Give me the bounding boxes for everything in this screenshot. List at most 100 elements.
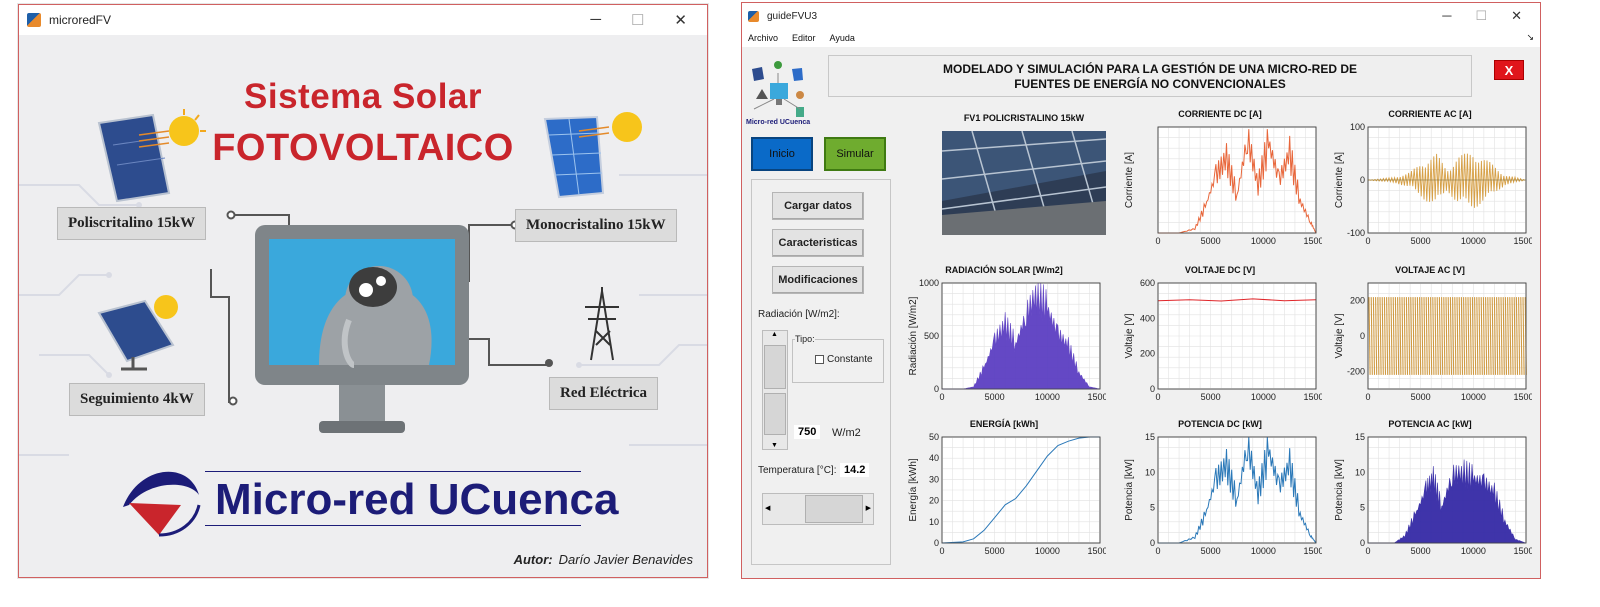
x-tick-label: 0 bbox=[939, 546, 944, 556]
x-tick-label: 15000 bbox=[1513, 236, 1532, 246]
chart-plot: 0 5000 10000 15000 600 400 200 0 Voltaje [V] bbox=[1124, 278, 1322, 402]
tipo-label: Tipo: bbox=[795, 334, 815, 344]
matlab-icon bbox=[748, 10, 759, 22]
slider-track-upper[interactable] bbox=[764, 345, 786, 389]
label-tracking: Seguimiento 4kW bbox=[69, 383, 205, 416]
modificaciones-button[interactable]: Modificaciones bbox=[772, 266, 864, 294]
y-tick-label: 400 bbox=[1140, 313, 1155, 323]
window-title: microredFV bbox=[49, 13, 112, 27]
tipo-group: Tipo: Constante bbox=[792, 334, 884, 383]
x-tick-label: 15000 bbox=[1513, 546, 1532, 556]
menu-archivo[interactable]: Archivo bbox=[748, 33, 778, 43]
up-arrow-icon[interactable]: ▲ bbox=[771, 331, 778, 338]
temperatura-slider[interactable]: ◀ ▶ bbox=[762, 493, 874, 525]
x-tick-label: 5000 bbox=[1411, 546, 1431, 556]
y-tick-label: -100 bbox=[1347, 228, 1365, 238]
chart-energia: ENERGÍA [kWh]05000100001500050403020100E… bbox=[902, 419, 1106, 569]
slider-thumb[interactable] bbox=[764, 393, 786, 435]
y-tick-label: 30 bbox=[929, 474, 939, 484]
cargar-datos-button[interactable]: Cargar datos bbox=[772, 192, 864, 220]
x-tick-label: 15000 bbox=[1303, 236, 1322, 246]
x-tick-label: 10000 bbox=[1035, 546, 1060, 556]
tracking-panel-illustration bbox=[97, 295, 178, 371]
x-tick-label: 15000 bbox=[1303, 546, 1322, 556]
minimize-button[interactable]: ─ bbox=[1442, 8, 1451, 24]
radiacion-unit: W/m2 bbox=[832, 427, 861, 439]
window-guidefvu3: guideFVU3 ─ ☐ ✕ Archivo Editor Ayuda ↘ M… bbox=[741, 2, 1541, 579]
close-button[interactable]: ✕ bbox=[1511, 8, 1522, 24]
chart-plot: 0 5000 10000 15000 Corriente [A] bbox=[1124, 126, 1322, 246]
y-tick-label: -200 bbox=[1347, 366, 1365, 376]
chart-potencia-ac: POTENCIA AC [kW]050001000015000151050Pot… bbox=[1328, 419, 1532, 569]
maximize-button[interactable]: ☐ bbox=[1475, 8, 1487, 24]
x-tick-label: 10000 bbox=[1461, 546, 1486, 556]
chart-plot: 0 5000 10000 15000 15 10 5 0 Potencia [kW] bbox=[1124, 432, 1322, 556]
exit-button[interactable]: X bbox=[1494, 60, 1524, 80]
brand-line-bottom bbox=[205, 525, 581, 526]
y-tick-label: 5 bbox=[1150, 503, 1155, 513]
x-tick-label: 0 bbox=[1365, 546, 1370, 556]
dock-arrow-icon[interactable]: ↘ bbox=[1526, 32, 1534, 43]
x-tick-label: 5000 bbox=[985, 546, 1005, 556]
author: Autor: Darío Javier Benavides bbox=[514, 552, 693, 567]
y-tick-label: 15 bbox=[1355, 432, 1365, 442]
temperatura-label: Temperatura [°C]: bbox=[758, 465, 837, 476]
x-tick-label: 10000 bbox=[1251, 392, 1276, 402]
label-grid: Red Eléctrica bbox=[549, 377, 659, 410]
x-tick-label: 10000 bbox=[1035, 392, 1060, 402]
minimize-button[interactable]: ─ bbox=[590, 11, 601, 29]
y-tick-label: 10 bbox=[1145, 467, 1155, 477]
radiacion-value[interactable]: 750 bbox=[794, 425, 821, 439]
menu-editor[interactable]: Editor bbox=[792, 33, 816, 43]
x-tick-label: 15000 bbox=[1087, 546, 1106, 556]
radiacion-slider[interactable]: ▲ ▼ bbox=[762, 330, 788, 450]
y-axis-label: Corriente [A] bbox=[1334, 152, 1345, 208]
label-poly: Poliscritalino 15kW bbox=[57, 207, 207, 240]
x-tick-label: 15000 bbox=[1303, 392, 1322, 402]
right-arrow-icon[interactable]: ▶ bbox=[866, 504, 871, 512]
constante-checkbox[interactable] bbox=[815, 355, 824, 364]
y-tick-label: 0 bbox=[1360, 175, 1365, 185]
chart-radiacion: RADIACIÓN SOLAR [W/m2]050001000015000100… bbox=[902, 265, 1106, 415]
y-axis-label: Potencia [kW] bbox=[1334, 459, 1345, 521]
y-tick-label: 100 bbox=[1350, 122, 1365, 132]
x-tick-label: 5000 bbox=[1201, 392, 1221, 402]
simular-button[interactable]: Simular bbox=[824, 137, 886, 171]
matlab-icon bbox=[27, 13, 41, 27]
y-tick-label: 1000 bbox=[919, 278, 939, 288]
y-tick-label: 10 bbox=[1355, 467, 1365, 477]
y-tick-label: 0 bbox=[1360, 538, 1365, 548]
splash-content: Sistema Solar FOTOVOLTAICO Poliscritalin… bbox=[19, 35, 707, 577]
slider-thumb[interactable] bbox=[805, 495, 863, 523]
x-tick-label: 5000 bbox=[1411, 236, 1431, 246]
temperatura-value[interactable]: 14.2 bbox=[840, 463, 870, 477]
x-tick-label: 0 bbox=[939, 392, 944, 402]
y-tick-label: 20 bbox=[929, 496, 939, 506]
chart-voltaje-ac: VOLTAJE AC [V]0500010000150002000-200Vol… bbox=[1328, 265, 1532, 415]
y-axis-label: Potencia [kW] bbox=[1124, 459, 1135, 521]
down-arrow-icon[interactable]: ▼ bbox=[771, 442, 778, 449]
monitor-brain-illustration bbox=[255, 225, 469, 433]
y-tick-label: 0 bbox=[1360, 331, 1365, 341]
brand-line-top bbox=[205, 471, 581, 472]
heading-line1: Sistema Solar bbox=[244, 77, 482, 116]
chart-potencia-dc: POTENCIA DC [kW]050001000015000151050Pot… bbox=[1118, 419, 1322, 569]
close-button[interactable]: ✕ bbox=[674, 11, 687, 29]
menu-ayuda[interactable]: Ayuda bbox=[830, 33, 855, 43]
inicio-button[interactable]: Inicio bbox=[751, 137, 813, 171]
x-tick-label: 5000 bbox=[1201, 236, 1221, 246]
radiacion-label: Radiación [W/m2]: bbox=[758, 309, 840, 320]
x-tick-label: 0 bbox=[1155, 546, 1160, 556]
y-tick-label: 600 bbox=[1140, 278, 1155, 288]
left-arrow-icon[interactable]: ◀ bbox=[765, 504, 770, 512]
author-name: Darío Javier Benavides bbox=[558, 552, 693, 567]
maximize-button[interactable]: ☐ bbox=[631, 11, 644, 29]
x-tick-label: 0 bbox=[1365, 392, 1370, 402]
x-tick-label: 5000 bbox=[1411, 392, 1431, 402]
x-tick-label: 10000 bbox=[1251, 546, 1276, 556]
y-tick-label: 0 bbox=[1150, 384, 1155, 394]
x-tick-label: 0 bbox=[1155, 392, 1160, 402]
chart-plot: 0500010000150001000-100Corriente [A] bbox=[1334, 122, 1532, 246]
title-bar: microredFV ─ ☐ ✕ bbox=[19, 5, 707, 35]
caracteristicas-button[interactable]: Caracteristicas bbox=[772, 229, 864, 257]
